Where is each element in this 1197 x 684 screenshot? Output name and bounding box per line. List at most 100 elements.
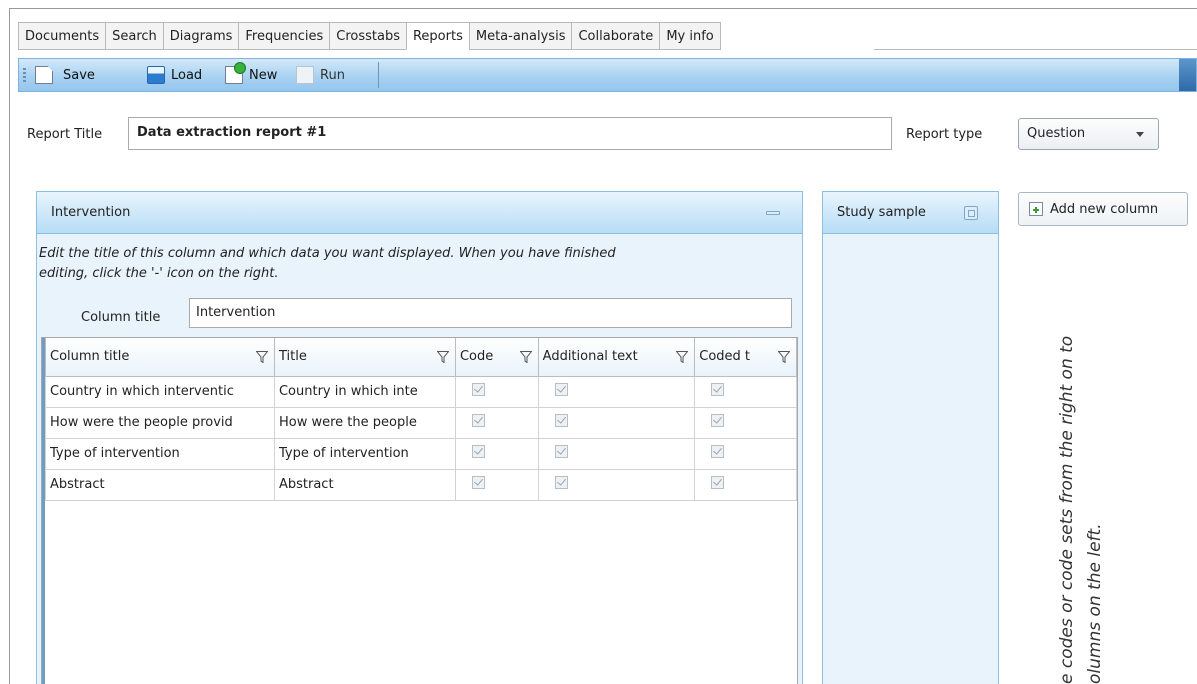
tab-frequencies[interactable]: Frequencies — [238, 22, 330, 50]
cell-code — [454, 406, 539, 439]
intervention-panel-title: Intervention — [51, 205, 131, 220]
tab-documents[interactable]: Documents — [18, 22, 106, 50]
code-checkbox — [471, 414, 485, 427]
add-new-column-label: Add new column — [1050, 201, 1159, 217]
cell-column-title[interactable]: Type of intervention — [45, 437, 275, 470]
restore-icon[interactable] — [964, 206, 978, 220]
new-button[interactable]: New — [225, 62, 278, 86]
report-title-input[interactable]: Data extraction report #1 — [128, 117, 892, 150]
tab-crosstabs[interactable]: Crosstabs — [329, 22, 406, 50]
header-additional-text[interactable]: Additional text — [537, 338, 696, 377]
tab-my-info[interactable]: My info — [659, 22, 721, 50]
coded-text-checkbox — [711, 414, 725, 427]
report-type-select[interactable]: Question — [1018, 118, 1159, 150]
drag-instruction: e codes or code sets from the right on t… — [1000, 250, 1197, 684]
header-title[interactable]: Title — [273, 338, 456, 377]
add-new-column-button[interactable]: Add new column — [1018, 192, 1188, 226]
cell-title[interactable]: Country in which inte — [273, 375, 456, 408]
edit-hint-line-2: editing, click the '-' icon on the right… — [39, 266, 279, 281]
edit-hint-line-1: Edit the title of this column and which … — [39, 246, 616, 261]
header-column-title[interactable]: Column title — [45, 338, 275, 377]
cell-additional-text — [537, 437, 696, 470]
filter-icon[interactable] — [519, 351, 532, 363]
cell-column-title[interactable]: Country in which interventic — [45, 375, 275, 408]
edit-hint: Edit the title of this column and which … — [37, 244, 797, 284]
coded-text-checkbox — [711, 383, 725, 396]
main-tabs: Documents Search Diagrams Frequencies Cr… — [18, 22, 721, 50]
drag-instruction-line-2: olumns on the left. — [1085, 523, 1105, 684]
column-title-label: Column title — [81, 310, 161, 325]
intervention-panel-header: Intervention — [37, 192, 802, 234]
column-title-input[interactable]: Intervention — [189, 298, 792, 328]
cell-title[interactable]: How were the people — [273, 406, 456, 439]
toolbar-grip[interactable] — [23, 68, 26, 84]
cell-additional-text — [537, 468, 696, 501]
cell-coded-text — [694, 406, 797, 439]
run-icon — [296, 66, 314, 84]
header-code[interactable]: Code — [454, 338, 539, 377]
additional-text-checkbox — [554, 476, 568, 489]
cell-coded-text — [694, 375, 797, 408]
table-row[interactable]: How were the people provid How were the … — [45, 406, 797, 439]
cell-additional-text — [537, 406, 696, 439]
toolbar-separator — [378, 62, 379, 88]
filter-icon[interactable] — [778, 351, 790, 363]
tab-meta-analysis[interactable]: Meta-analysis — [468, 22, 572, 50]
filter-icon[interactable] — [676, 351, 689, 363]
report-title-label: Report Title — [27, 127, 103, 142]
run-button[interactable]: Run — [296, 64, 345, 86]
code-checkbox — [471, 476, 485, 489]
table-row[interactable]: Type of intervention Type of interventio… — [45, 437, 797, 470]
report-type-value: Question — [1027, 126, 1086, 141]
cell-code — [454, 437, 539, 470]
column-data-grid: Column title Title Code Additional text … — [41, 337, 798, 684]
load-label: Load — [171, 67, 203, 83]
save-icon — [35, 66, 53, 84]
toolbar-overflow-button[interactable] — [1179, 59, 1196, 91]
drag-instruction-line-1: e codes or code sets from the right on t… — [1057, 336, 1077, 684]
report-type-label: Report type — [906, 127, 983, 142]
additional-text-checkbox — [554, 414, 568, 427]
coded-text-checkbox — [711, 476, 725, 489]
tab-search[interactable]: Search — [105, 22, 163, 50]
save-label: Save — [63, 67, 95, 83]
cell-column-title[interactable]: How were the people provid — [45, 406, 275, 439]
tab-divider — [874, 49, 1197, 50]
cell-code — [454, 468, 539, 501]
report-toolbar: Save Load New Run — [18, 58, 1197, 92]
study-sample-title: Study sample — [837, 205, 926, 220]
save-button[interactable]: Save — [35, 64, 95, 86]
additional-text-checkbox — [554, 445, 568, 458]
run-label: Run — [320, 67, 345, 83]
filter-icon[interactable] — [255, 351, 268, 363]
new-icon — [225, 62, 246, 84]
coded-text-checkbox — [711, 445, 725, 458]
header-coded-text[interactable]: Coded t — [694, 338, 797, 377]
table-row[interactable]: Country in which interventic Country in … — [45, 375, 797, 408]
load-button[interactable]: Load — [147, 64, 202, 86]
tab-reports[interactable]: Reports — [405, 22, 469, 50]
add-icon — [1029, 202, 1043, 216]
study-sample-panel: Study sample — [822, 191, 999, 684]
chevron-down-icon — [1136, 132, 1144, 137]
cell-coded-text — [694, 437, 797, 470]
cell-title[interactable]: Abstract — [273, 468, 456, 501]
header-additional-text-label: Additional text — [542, 349, 638, 365]
filter-icon[interactable] — [436, 351, 449, 363]
cell-code — [454, 375, 539, 408]
intervention-column-panel: Intervention Edit the title of this colu… — [36, 191, 803, 684]
table-row[interactable]: Abstract Abstract — [45, 468, 797, 501]
code-checkbox — [471, 383, 485, 396]
new-label: New — [249, 67, 278, 83]
header-coded-text-label: Coded t — [699, 349, 751, 365]
cell-title[interactable]: Type of intervention — [273, 437, 456, 470]
load-icon — [147, 66, 165, 84]
tab-collaborate[interactable]: Collaborate — [571, 22, 660, 50]
header-code-label: Code — [459, 349, 494, 365]
collapse-icon[interactable] — [766, 211, 780, 215]
cell-column-title[interactable]: Abstract — [45, 468, 275, 501]
cell-coded-text — [694, 468, 797, 501]
study-sample-header: Study sample — [823, 192, 998, 234]
additional-text-checkbox — [554, 383, 568, 396]
tab-diagrams[interactable]: Diagrams — [162, 22, 239, 50]
